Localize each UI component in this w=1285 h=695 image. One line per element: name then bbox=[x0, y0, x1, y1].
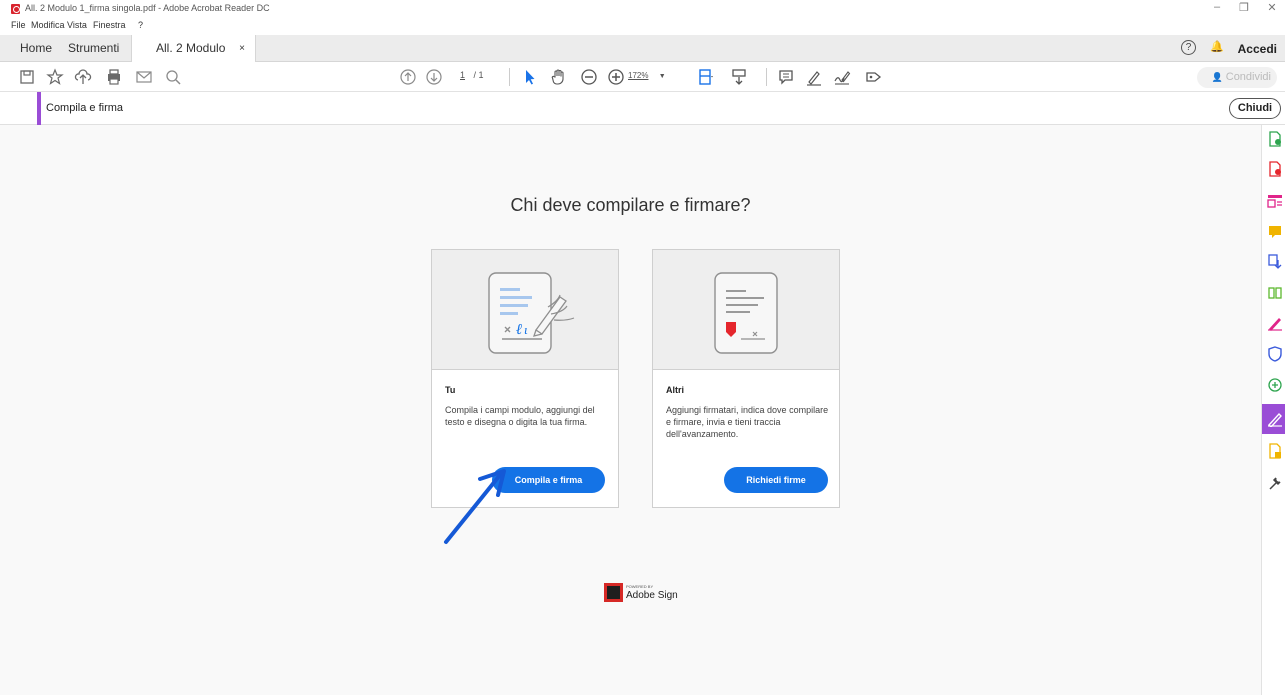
card-others-title: Altri bbox=[666, 385, 684, 395]
card-self-description: Compila i campi modulo, aggiungi del tes… bbox=[445, 405, 595, 427]
menu-file[interactable]: File bbox=[11, 20, 26, 30]
save-icon[interactable] bbox=[18, 68, 36, 86]
card-others-description: Aggiungi firmatari, indica dove compilar… bbox=[666, 405, 829, 439]
create-pdf-icon[interactable] bbox=[1267, 131, 1283, 147]
export-document-icon[interactable] bbox=[1267, 443, 1283, 459]
select-cursor-icon[interactable] bbox=[521, 68, 539, 86]
tool-accent-bar bbox=[37, 92, 41, 125]
powered-by-label: POWERED BY bbox=[626, 584, 654, 589]
zoom-chevron-down-icon: ▼ bbox=[658, 73, 666, 80]
print-icon[interactable] bbox=[105, 68, 123, 86]
search-zoom-icon[interactable] bbox=[164, 68, 182, 86]
main-content: Chi deve compilare e firmare? ℓ ι Tu Com… bbox=[0, 125, 1261, 695]
toolbar-divider bbox=[509, 68, 510, 86]
zoom-out-icon[interactable] bbox=[580, 68, 598, 86]
request-signatures-button[interactable]: Richiedi firme bbox=[724, 467, 828, 493]
fit-page-icon[interactable] bbox=[697, 68, 715, 86]
tab-close-icon[interactable]: × bbox=[239, 35, 245, 62]
share-user-icon: 👤 bbox=[1211, 72, 1223, 82]
svg-text:ι: ι bbox=[524, 322, 528, 337]
tab-bar: Home Strumenti All. 2 Modulo 1_fir... × … bbox=[0, 35, 1285, 82]
combine-files-icon[interactable] bbox=[1267, 254, 1283, 270]
tab-home[interactable]: Home bbox=[20, 35, 52, 62]
menu-vista[interactable]: Vista bbox=[67, 20, 87, 30]
request-signatures-document-icon bbox=[714, 272, 778, 354]
tab-strumenti[interactable]: Strumenti bbox=[68, 35, 119, 62]
adobe-sign-label: Adobe Sign bbox=[626, 590, 678, 601]
fill-sign-tool-icon[interactable] bbox=[1267, 315, 1283, 331]
upload-cloud-icon[interactable] bbox=[74, 68, 92, 86]
menu-bar: File Modifica Vista Finestra ? bbox=[0, 17, 1285, 35]
acrobat-pdf-icon bbox=[11, 4, 20, 14]
page-total: / 1 bbox=[473, 70, 484, 80]
bell-icon[interactable]: 🔔 bbox=[1210, 40, 1224, 53]
page-current[interactable]: 1 bbox=[460, 70, 465, 80]
page-heading: Chi deve compilare e firmare? bbox=[510, 195, 751, 215]
comment-tool-icon[interactable] bbox=[1267, 224, 1283, 240]
close-tool-button[interactable]: Chiudi bbox=[1229, 98, 1281, 119]
signature-pen-icon[interactable] bbox=[833, 68, 851, 86]
menu-finestra[interactable]: Finestra bbox=[93, 20, 126, 30]
comment-icon[interactable] bbox=[777, 68, 795, 86]
annotation-arrow-icon bbox=[444, 469, 506, 544]
send-for-review-icon[interactable] bbox=[1267, 377, 1283, 393]
hand-pan-icon[interactable] bbox=[550, 68, 568, 86]
export-pdf-icon[interactable] bbox=[1267, 161, 1283, 177]
minimize-button[interactable]: – bbox=[1207, 1, 1227, 13]
protect-shield-icon[interactable] bbox=[1267, 346, 1283, 362]
help-icon[interactable]: ? bbox=[1181, 40, 1196, 55]
previous-page-icon[interactable] bbox=[399, 68, 417, 86]
active-fill-sign-icon[interactable] bbox=[1267, 411, 1283, 427]
scroll-mode-icon[interactable] bbox=[730, 68, 748, 86]
card-self-title: Tu bbox=[445, 385, 456, 395]
organize-pages-icon[interactable] bbox=[1267, 285, 1283, 301]
tool-header: Compila e firma Chiudi bbox=[0, 92, 1285, 125]
highlight-pen-icon[interactable] bbox=[805, 68, 823, 86]
title-bar: All. 2 Modulo 1_firma singola.pdf - Adob… bbox=[0, 0, 1285, 17]
adobe-sign-icon bbox=[604, 583, 623, 602]
zoom-level-dropdown[interactable]: 172% ▼ bbox=[628, 71, 666, 80]
svg-text:ℓ: ℓ bbox=[516, 322, 522, 338]
menu-help[interactable]: ? bbox=[138, 20, 143, 30]
more-tools-wrench-icon[interactable] bbox=[1267, 475, 1283, 491]
fill-sign-document-icon: ℓ ι bbox=[488, 272, 575, 354]
zoom-value: 172% bbox=[628, 71, 649, 80]
tool-title: Compila e firma bbox=[46, 102, 124, 114]
card-others-illustration bbox=[653, 250, 839, 370]
tab-document[interactable]: All. 2 Modulo 1_fir... × bbox=[131, 35, 256, 82]
right-tools-pane bbox=[1261, 125, 1285, 695]
bookmark-star-icon[interactable] bbox=[46, 68, 64, 86]
window-title: All. 2 Modulo 1_firma singola.pdf - Adob… bbox=[25, 3, 270, 13]
share-button[interactable]: 👤 Condividi bbox=[1197, 67, 1277, 88]
page-number-field[interactable]: 1 / 1 bbox=[460, 70, 484, 80]
share-label: Condividi bbox=[1225, 71, 1271, 83]
main-toolbar: 1 / 1 172% ▼ 👤 Condividi bbox=[0, 62, 1285, 92]
next-page-icon[interactable] bbox=[425, 68, 443, 86]
zoom-in-icon[interactable] bbox=[607, 68, 625, 86]
restore-button[interactable]: ❐ bbox=[1234, 1, 1254, 14]
card-others: Altri Aggiungi firmatari, indica dove co… bbox=[652, 249, 840, 508]
edit-pdf-icon[interactable] bbox=[1267, 193, 1283, 209]
tag-share-icon[interactable] bbox=[864, 68, 882, 86]
toolbar-divider bbox=[766, 68, 767, 86]
sign-in-link[interactable]: Accedi bbox=[1238, 42, 1277, 56]
menu-modifica[interactable]: Modifica bbox=[31, 20, 65, 30]
email-icon[interactable] bbox=[135, 68, 153, 86]
card-self-illustration: ℓ ι bbox=[432, 250, 618, 370]
close-window-button[interactable]: ✕ bbox=[1262, 1, 1282, 14]
